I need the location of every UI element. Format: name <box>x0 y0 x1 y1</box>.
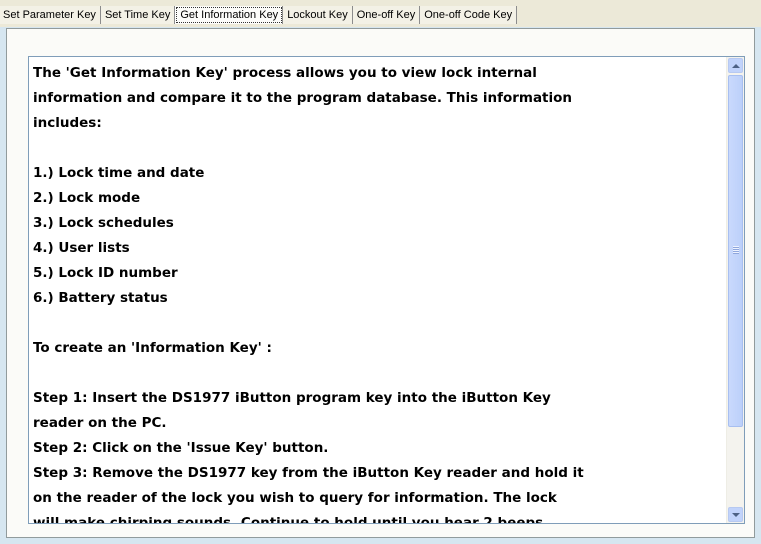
tab-list: Set Parameter Key Set Time Key Get Infor… <box>0 6 518 27</box>
information-text-area[interactable]: The 'Get Information Key' process allows… <box>28 56 745 524</box>
text-line: Step 3: Remove the DS1977 key from the i… <box>33 465 584 481</box>
tab-get-information-key[interactable]: Get Information Key <box>175 6 284 24</box>
scroll-up-button[interactable] <box>728 58 743 73</box>
arrow-up-icon <box>731 63 740 68</box>
text-line: 4.) User lists <box>33 240 130 256</box>
scrollbar-thumb[interactable] <box>728 75 743 427</box>
text-line: 2.) Lock mode <box>33 190 141 206</box>
text-line: Step 1: Insert the DS1977 iButton progra… <box>33 390 551 406</box>
text-line: on the reader of the lock you wish to qu… <box>33 490 557 506</box>
tab-lockout-key[interactable]: Lockout Key <box>283 6 353 24</box>
vertical-scrollbar[interactable] <box>726 57 744 523</box>
tab-set-time-key[interactable]: Set Time Key <box>100 6 176 24</box>
text-line: 5.) Lock ID number <box>33 265 178 281</box>
tab-strip: Set Parameter Key Set Time Key Get Infor… <box>0 0 761 27</box>
text-line: 1.) Lock time and date <box>33 165 205 181</box>
text-line: will make chirping sounds. Continue to h… <box>33 515 549 524</box>
text-line: information and compare it to the progra… <box>33 90 573 106</box>
tab-set-parameter-key[interactable]: Set Parameter Key <box>0 6 101 24</box>
scroll-down-button[interactable] <box>728 507 743 522</box>
tab-one-off-code-key[interactable]: One-off Code Key <box>420 6 518 24</box>
text-line: includes: <box>33 115 102 131</box>
text-line: reader on the PC. <box>33 415 167 431</box>
text-line: The 'Get Information Key' process allows… <box>33 65 537 81</box>
grip-icon <box>733 246 739 254</box>
information-text: The 'Get Information Key' process allows… <box>33 61 723 524</box>
text-line: To create an 'Information Key' : <box>33 340 272 356</box>
text-line: 6.) Battery status <box>33 290 168 306</box>
text-line: Step 2: Click on the 'Issue Key' button. <box>33 440 329 456</box>
text-line: 3.) Lock schedules <box>33 215 174 231</box>
tab-one-off-key[interactable]: One-off Key <box>352 6 421 24</box>
arrow-down-icon <box>731 512 740 517</box>
